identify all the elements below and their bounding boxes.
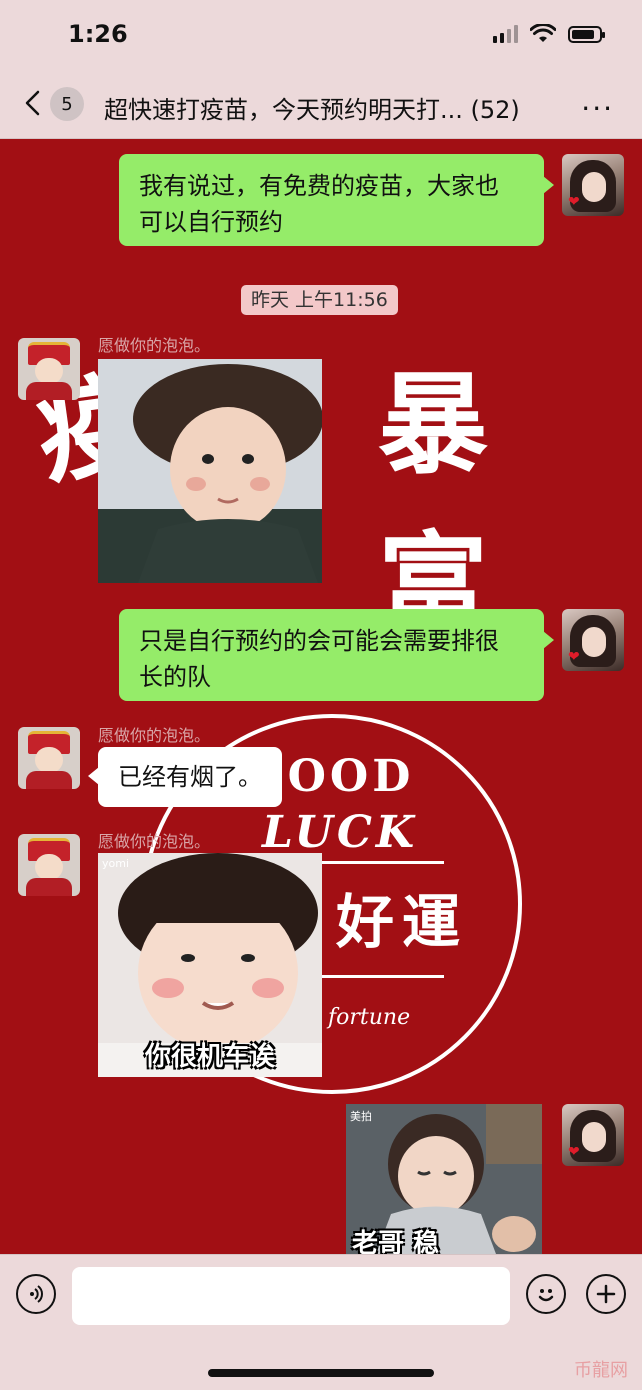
more-functions-button[interactable] [586,1274,626,1314]
heart-icon: ❤ [568,1144,580,1160]
my-avatar[interactable]: ❤ [562,609,624,671]
my-avatar[interactable]: ❤ [562,154,624,216]
status-time: 1:26 [68,20,128,48]
wallpaper-luck: LUCK [262,807,419,858]
site-watermark: 币龍网 [574,1360,628,1381]
back-arrow-icon[interactable] [20,88,50,118]
sticker-caption: 老哥 稳 [352,1229,440,1254]
heart-icon: ❤ [568,194,580,210]
message-text: 已经有烟了。 [118,763,262,791]
plus-icon [596,1284,616,1304]
sticker-watermark: 美拍 [350,1110,372,1123]
unread-count-badge[interactable]: 5 [50,87,84,121]
sender-name: 愿做你的泡泡。 [98,832,211,851]
message-bubble-incoming[interactable]: 已经有烟了。 [88,747,282,807]
message-input[interactable] [72,1267,510,1325]
message-text-line: 只是自行预约的会可能会需要排很 [139,627,499,655]
wallpaper-fortune: fortune [328,1005,411,1030]
cellular-signal-icon [493,25,518,43]
my-avatar[interactable]: ❤ [562,1104,624,1166]
chat-messages[interactable]: 疫 暴富 GOOD LUCK 好運 fortune 我有说过，有免费的疫苗，大家… [0,139,642,1254]
more-options-icon[interactable]: ··· [581,92,614,125]
message-input-bar: 币龍网 [0,1254,642,1390]
wallpaper-line-bottom [322,975,444,978]
sticker-watermark: yomi [102,857,130,870]
sticker-child-image [98,359,322,583]
sticker-caption: 你很机车诶 [144,1042,275,1072]
battery-level [572,29,594,39]
message-bubble-outgoing[interactable]: 只是自行预约的会可能会需要排很 长的队 [119,609,554,701]
message-text-line: 我有说过，有免费的疫苗，大家也 [139,172,499,200]
chat-header: 5 超快速打疫苗，今天预约明天打... (52) ··· [0,70,642,139]
message-timestamp: 昨天 上午11:56 [241,285,398,315]
contact-avatar[interactable] [18,727,80,789]
emoji-icon [538,1289,554,1302]
chat-title: 超快速打疫苗，今天预约明天打... (52) [104,96,520,124]
heart-icon: ❤ [568,649,580,665]
wallpaper-line-top [322,861,444,864]
contact-avatar[interactable] [18,834,80,896]
contact-avatar[interactable] [18,338,80,400]
voice-input-button[interactable] [16,1274,56,1314]
home-indicator [208,1369,434,1377]
wifi-icon [530,24,556,42]
status-bar: 1:26 [0,0,642,70]
message-bubble-outgoing[interactable]: 我有说过，有免费的疫苗，大家也 可以自行预约 [119,154,554,246]
status-icons [493,24,605,44]
message-text-line: 可以自行预约 [139,208,283,236]
sender-name: 愿做你的泡泡。 [98,336,211,355]
battery-icon [568,25,605,43]
sticker-message[interactable]: 美拍 老哥 稳 [346,1104,542,1254]
sender-name: 愿做你的泡泡。 [98,726,211,745]
wallpaper-deco-right: 暴富 [378,360,512,649]
sticker-message[interactable]: yomi 你很机车诶 [98,853,322,1077]
message-text-line: 长的队 [139,663,211,691]
sticker-message[interactable] [98,359,322,583]
emoji-button[interactable] [526,1274,566,1314]
voice-icon [30,1285,43,1303]
wallpaper-haoyun: 好運 [336,888,469,956]
